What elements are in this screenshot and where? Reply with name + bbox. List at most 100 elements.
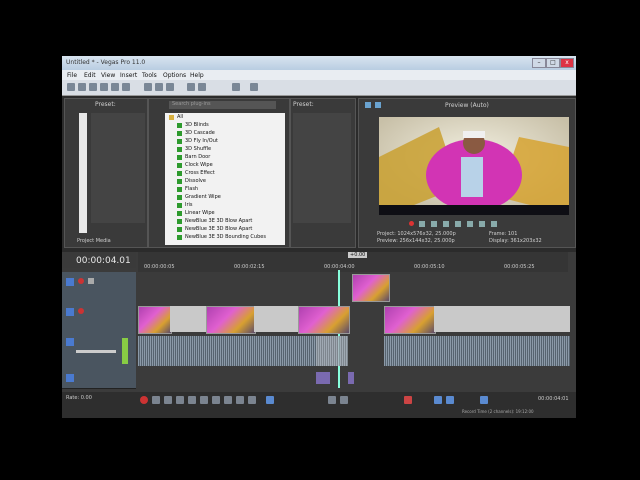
split-icon[interactable]	[340, 396, 348, 404]
vertical-scrollbar[interactable]	[79, 113, 87, 233]
previous-frame-icon[interactable]	[479, 221, 485, 227]
monitor-icon[interactable]	[375, 102, 381, 108]
pause-icon[interactable]	[188, 396, 196, 404]
trim-icon[interactable]	[328, 396, 336, 404]
close-button[interactable]: x	[560, 58, 574, 68]
play-from-start-icon[interactable]	[431, 221, 437, 227]
video-clip[interactable]	[298, 306, 350, 334]
menu-file[interactable]: File	[67, 72, 77, 79]
paste-icon[interactable]	[166, 83, 174, 91]
lock-envelopes-icon[interactable]	[480, 396, 488, 404]
video-track-header[interactable]	[62, 302, 136, 333]
cut-icon[interactable]	[144, 83, 152, 91]
record-arm-icon[interactable]	[78, 278, 84, 284]
tree-item[interactable]: 3D Cascade	[185, 130, 215, 136]
tree-item[interactable]: 3D Blinds	[185, 122, 209, 128]
rate-label: Rate: 0.00	[66, 395, 92, 401]
audio-clip[interactable]	[316, 372, 330, 384]
tree-item[interactable]: Clock Wipe	[185, 162, 213, 168]
video-clip[interactable]	[206, 306, 256, 334]
play-from-start-icon[interactable]	[164, 396, 172, 404]
video-track-header[interactable]	[62, 272, 136, 303]
record-icon[interactable]	[140, 396, 148, 404]
tree-item[interactable]: 3D Fly In/Out	[185, 138, 218, 144]
status-text: Record Time (2 channels): 19:12:00	[462, 409, 534, 414]
snapping-icon[interactable]	[434, 396, 442, 404]
tree-item[interactable]: 3D Shuffle	[185, 146, 211, 152]
undo-icon[interactable]	[122, 83, 130, 91]
copy-icon[interactable]	[155, 83, 163, 91]
stop-icon[interactable]	[467, 221, 473, 227]
open-icon[interactable]	[78, 83, 86, 91]
timecode-display: 00:00:04.01	[76, 256, 131, 266]
next-frame-icon[interactable]	[491, 221, 497, 227]
auto-ripple-icon[interactable]	[446, 396, 454, 404]
tree-item[interactable]: NewBlue 3E 3D Bounding Cubes	[185, 234, 266, 240]
volume-slider[interactable]	[76, 350, 116, 353]
transition-icon	[177, 131, 182, 136]
undo-history-icon[interactable]	[187, 83, 195, 91]
marker-icon[interactable]	[404, 396, 412, 404]
tree-item[interactable]: NewBlue 3E 3D Blow Apart	[185, 218, 252, 224]
play-icon[interactable]	[176, 396, 184, 404]
properties-icon[interactable]	[100, 83, 108, 91]
loop-icon[interactable]	[152, 396, 160, 404]
play-icon[interactable]	[443, 221, 449, 227]
video-clip[interactable]	[138, 306, 172, 334]
tree-item[interactable]: NewBlue 3E 3D Blow Apart	[185, 226, 252, 232]
tree-item[interactable]: Dissolve	[185, 178, 206, 184]
help-icon[interactable]	[250, 83, 258, 91]
new-icon[interactable]	[67, 83, 75, 91]
previous-frame-icon[interactable]	[236, 396, 244, 404]
transition-icon	[177, 211, 182, 216]
tree-root-all[interactable]: All	[177, 114, 183, 120]
selection-region[interactable]	[316, 336, 348, 366]
minimize-button[interactable]: –	[532, 58, 546, 68]
menu-options[interactable]: Options	[163, 72, 186, 79]
render-icon[interactable]	[111, 83, 119, 91]
project-media-tab[interactable]: Project Media	[77, 238, 111, 244]
timeline-ruler[interactable]: 00:00:00:05 00:00:02:15 00:00:04:00 00:0…	[138, 252, 568, 272]
project-info: Project: 1024x576x32, 25.000p	[377, 231, 456, 237]
preview-settings-icon[interactable]	[365, 102, 371, 108]
go-to-start-icon[interactable]	[212, 396, 220, 404]
preview-quality-dropdown[interactable]: Preview (Auto)	[445, 102, 489, 109]
tree-item[interactable]: Linear Wipe	[185, 210, 215, 216]
video-clip[interactable]	[384, 306, 436, 334]
normal-edit-tool-icon[interactable]	[266, 396, 274, 404]
menu-tools[interactable]: Tools	[142, 72, 157, 79]
maximize-button[interactable]: □	[546, 58, 560, 68]
snap-icon[interactable]	[232, 83, 240, 91]
record-arm-icon[interactable]	[78, 308, 84, 314]
save-icon[interactable]	[89, 83, 97, 91]
vegas-window: Untitled * - Vegas Pro 11.0 – □ x File E…	[62, 56, 576, 418]
tree-item[interactable]: Cross Effect	[185, 170, 215, 176]
transition-icon	[177, 195, 182, 200]
video-clip[interactable]	[352, 274, 390, 302]
next-frame-icon[interactable]	[248, 396, 256, 404]
tree-item[interactable]: Barn Door	[185, 154, 210, 160]
go-to-end-icon[interactable]	[224, 396, 232, 404]
tree-item[interactable]: Iris	[185, 202, 193, 208]
stop-icon[interactable]	[200, 396, 208, 404]
redo-history-icon[interactable]	[198, 83, 206, 91]
transitions-tree: All 3D Blinds 3D Cascade 3D Fly In/Out 3…	[165, 113, 285, 245]
mute-icon[interactable]	[88, 278, 94, 284]
video-gap	[170, 306, 206, 332]
menu-edit[interactable]: Edit	[84, 72, 96, 79]
pause-icon[interactable]	[455, 221, 461, 227]
menu-view[interactable]: View	[101, 72, 115, 79]
record-icon[interactable]	[409, 221, 414, 226]
audio-waveform[interactable]	[384, 336, 570, 366]
transition-icon	[177, 163, 182, 168]
loop-icon[interactable]	[419, 221, 425, 227]
ruler-tick: 00:00:00:05	[144, 264, 175, 270]
audio-track-header[interactable]	[62, 332, 136, 371]
audio-clip[interactable]	[348, 372, 354, 384]
menu-insert[interactable]: Insert	[120, 72, 137, 79]
tree-item[interactable]: Flash	[185, 186, 198, 192]
menu-help[interactable]: Help	[190, 72, 204, 79]
audio-track-header[interactable]	[62, 370, 136, 389]
tree-item[interactable]: Gradient Wipe	[185, 194, 221, 200]
search-plugins-input[interactable]: Search plug-ins	[169, 101, 276, 109]
